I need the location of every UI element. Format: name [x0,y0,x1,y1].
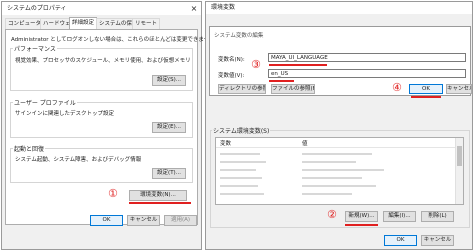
ok-button[interactable]: OK [90,215,123,226]
annotation-4: ④ [392,81,402,94]
variable-name-label: 変数名(N): [218,57,245,63]
system-properties-window: システムのプロパティ × コンピューター名 ハードウェア 詳細設定 システムの保… [1,1,220,250]
annotation-2: ② [327,208,337,221]
ok-button[interactable]: OK [384,235,417,246]
environment-variables-titlebar: 環境変数 [206,2,472,14]
scrollbar-thumb[interactable] [457,146,462,166]
annotation-underline-1 [129,202,191,204]
window-title: システムのプロパティ [7,5,67,12]
environment-variables-button[interactable]: 環境変数(N)... [129,190,187,201]
performance-settings-button[interactable]: 設定(S)... [152,75,186,86]
system-properties-titlebar: システムのプロパティ [2,2,201,15]
variable-value-input[interactable]: en_US [268,69,466,78]
list-header: 変数 値 [216,138,456,148]
column-header-variable[interactable]: 変数 [220,139,231,147]
apply-button[interactable]: 適用(A) [164,215,197,226]
list-item[interactable] [216,190,456,198]
user-profile-settings-button[interactable]: 設定(E)... [152,122,186,133]
list-item[interactable] [216,174,456,182]
startup-recovery-settings-button[interactable]: 設定(T)... [152,168,186,179]
browse-file-button[interactable]: ファイルの参照(F)... [271,84,315,94]
annotation-3: ③ [251,58,261,71]
new-variable-button[interactable]: 新規(W)... [345,211,378,222]
system-variables-list[interactable]: 変数 値 [215,137,464,205]
admin-note: Administrator としてログオンしない場合は、これらのほとんどは変更で… [11,37,221,43]
list-item[interactable] [216,158,456,166]
dialog-ok-button[interactable]: OK [409,84,443,94]
list-item[interactable] [216,166,456,174]
tab-advanced[interactable]: 詳細設定 [69,17,98,29]
list-item[interactable] [216,150,456,158]
annotation-underline-3 [269,64,327,66]
performance-desc: 視覚効果、プロセッサのスケジュール、メモリ使用、および仮想メモリ [15,58,191,64]
startup-recovery-label: 起動と回復 [13,144,46,153]
window-title: 環境変数 [211,4,236,11]
browse-directory-button[interactable]: ディレクトリの参照(D)... [218,84,266,94]
variable-name-input[interactable]: MAYA_UI_LANGUAGE [268,53,466,62]
cancel-button[interactable]: キャンセル [127,215,160,226]
tab-remote[interactable]: リモート [132,18,161,29]
column-header-value[interactable]: 値 [302,139,308,147]
dialog-cancel-button[interactable]: キャンセル [446,84,472,94]
annotation-underline-4 [411,96,441,98]
annotation-underline-2 [345,224,378,226]
list-item[interactable] [216,182,456,190]
annotation-underline-3b [269,80,294,82]
list-scrollbar[interactable] [455,138,463,204]
user-profile-desc: サインインに関連したデスクトップ設定 [15,111,115,117]
performance-label: パフォーマンス [13,44,57,53]
startup-recovery-desc: システム起動、システム障害、およびデバッグ情報 [15,157,142,163]
annotation-1: ① [108,187,118,200]
system-variables-label: システム環境変数(S) [212,126,271,135]
environment-variables-window: 環境変数 システム変数の編集 変数名(N): MAYA_UI_LANGUAGE … [205,1,473,250]
close-icon[interactable]: × [187,2,201,15]
variable-value-label: 変数値(V): [218,73,245,79]
delete-variable-button[interactable]: 削除(L) [421,211,454,222]
cancel-button[interactable]: キャンセル [421,235,454,246]
edit-dialog-title: システム変数の編集 [214,33,264,39]
user-profile-label: ユーザー プロファイル [13,98,77,107]
edit-variable-button[interactable]: 編集(I)... [383,211,416,222]
